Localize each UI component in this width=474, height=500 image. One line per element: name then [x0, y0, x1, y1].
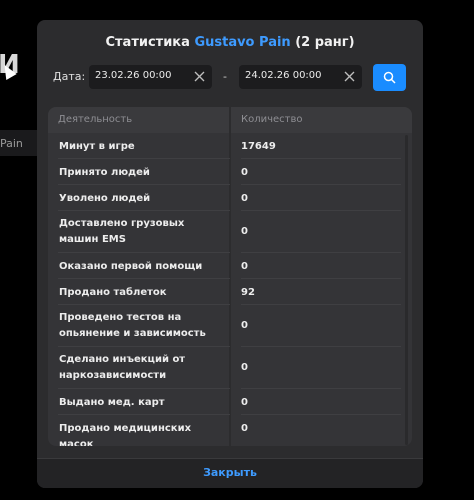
table-row: Выдано мед. карт 0	[48, 389, 412, 415]
activity-cell: Продано таблеток	[59, 287, 167, 298]
activity-cell: Уволено людей	[59, 193, 151, 204]
date-to-field[interactable]: 24.02.26 00:00	[239, 65, 362, 89]
close-button[interactable]: Закрыть	[37, 466, 423, 479]
count-cell: 0	[241, 320, 248, 331]
count-cell: 0	[241, 261, 248, 272]
header-count: Количество	[241, 114, 303, 125]
date-label: Дата:	[53, 70, 86, 83]
count-cell: 0	[241, 167, 248, 178]
table-row: Доставлено грузовых машин EMS 0	[48, 211, 412, 253]
activity-cell: Проведено тестов на опьянение и зависимо…	[59, 312, 206, 339]
table-row: Принято людей 0	[48, 159, 412, 185]
count-cell: 0	[241, 397, 248, 408]
activity-cell: Принято людей	[59, 167, 150, 178]
date-from-field[interactable]: 23.02.26 00:00	[89, 65, 212, 89]
title-prefix: Статистика	[105, 35, 190, 50]
activity-cell: Продано медицинских масок	[59, 423, 192, 446]
background-row-name: Pain	[0, 137, 23, 150]
activity-cell: Минут в игре	[59, 141, 135, 152]
table-scrollbar[interactable]	[405, 135, 408, 445]
statistics-modal: Статистика Gustavo Pain (2 ранг) Дата: 2…	[37, 20, 423, 488]
modal-title: Статистика Gustavo Pain (2 ранг)	[37, 35, 423, 50]
count-cell: 0	[241, 423, 248, 434]
player-rank: (2 ранг)	[295, 35, 355, 50]
statistics-table: Деятельность Количество Минут в игре 176…	[48, 107, 412, 446]
count-cell: 0	[241, 362, 248, 373]
header-activity: Деятельность	[58, 114, 133, 125]
activity-cell: Выдано мед. карт	[59, 397, 165, 408]
activity-cell: Сделано инъекций от наркозависимости	[59, 354, 186, 381]
date-separator: -	[223, 70, 227, 83]
search-icon	[383, 71, 396, 84]
search-button[interactable]	[373, 64, 406, 91]
activity-cell: Оказано первой помощи	[59, 261, 203, 272]
date-from-value: 23.02.26 00:00	[95, 70, 172, 81]
player-name: Gustavo Pain	[194, 35, 291, 50]
modal-footer: Закрыть	[37, 458, 423, 488]
close-icon[interactable]	[344, 71, 355, 82]
table-row: Проведено тестов на опьянение и зависимо…	[48, 305, 412, 347]
count-cell: 0	[241, 226, 248, 237]
table-row: Уволено людей 0	[48, 185, 412, 211]
activity-cell: Доставлено грузовых машин EMS	[59, 218, 185, 245]
table-row: Оказано первой помощи 0	[48, 253, 412, 279]
footer-divider	[37, 458, 423, 459]
date-to-value: 24.02.26 00:00	[245, 70, 322, 81]
table-row: Минут в игре 17649	[48, 133, 412, 159]
table-row: Продано медицинских масок 0	[48, 415, 412, 446]
count-cell: 17649	[241, 141, 276, 152]
close-icon[interactable]	[194, 71, 205, 82]
count-cell: 92	[241, 287, 255, 298]
table-row: Продано таблеток 92	[48, 279, 412, 305]
table-row: Сделано инъекций от наркозависимости 0	[48, 347, 412, 389]
count-cell: 0	[241, 193, 248, 204]
